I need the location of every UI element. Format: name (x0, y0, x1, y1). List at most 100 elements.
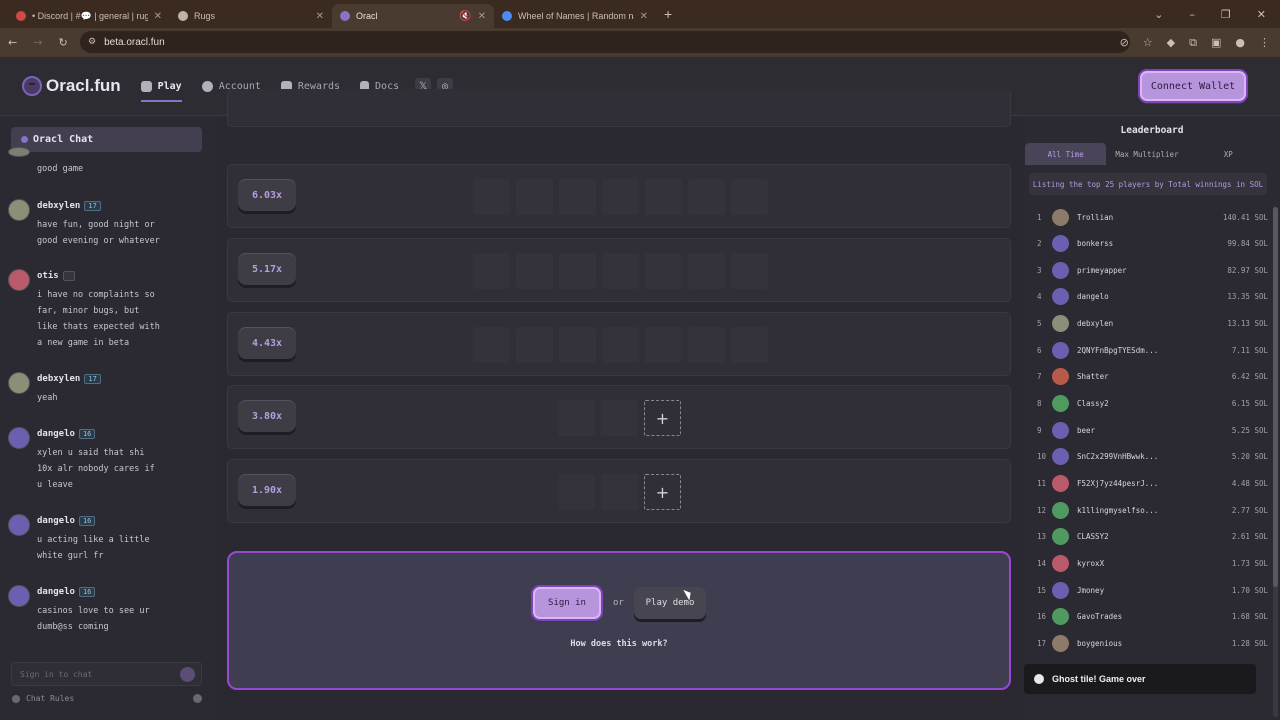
close-tab-icon[interactable]: ✕ (640, 11, 648, 22)
tab-discord[interactable]: • Discord | #💬 | general | rugs. ✕ (8, 4, 170, 28)
leaderboard-row[interactable]: 7 Shatter 6.42 SOL (1032, 364, 1268, 390)
leaderboard-row[interactable]: 6 2QNYFnBpgTYESdm... 7.11 SOL (1032, 337, 1268, 363)
rank: 11 (1037, 479, 1047, 488)
mute-tab-icon[interactable]: 🔇 (459, 11, 471, 22)
nav-play[interactable]: Play (140, 66, 182, 106)
leaderboard-row[interactable]: 13 CLASSY2 2.61 SOL (1032, 524, 1268, 550)
leaderboard-row[interactable]: 2 bonkerss 99.84 SOL (1032, 231, 1268, 257)
how-it-works-link[interactable]: How does this work? (229, 639, 1009, 649)
leaderboard-title: Leaderboard (1120, 125, 1184, 136)
scrollbar-thumb[interactable] (1273, 207, 1278, 587)
tile[interactable] (602, 179, 639, 215)
tab-xp[interactable]: XP (1188, 143, 1269, 165)
tile[interactable] (559, 179, 596, 215)
add-tile-button[interactable]: + (644, 400, 681, 436)
sidebar-icon[interactable]: ▣ (1211, 36, 1221, 49)
profile-icon[interactable]: ● (1235, 36, 1245, 49)
forward-icon[interactable]: → (33, 36, 42, 49)
tile[interactable] (731, 327, 768, 363)
close-tab-icon[interactable]: ✕ (316, 11, 324, 22)
bookmark-star-icon[interactable]: ☆ (1143, 36, 1153, 49)
tile[interactable] (516, 327, 553, 363)
wheel-icon (502, 11, 512, 21)
tile[interactable] (559, 253, 596, 289)
leaderboard-row[interactable]: 12 k1llingmyselfso... 2.77 SOL (1032, 497, 1268, 523)
winnings: 2.77 SOL (1231, 505, 1268, 515)
player-name: dangelo (1077, 292, 1109, 302)
avatar (1052, 475, 1069, 492)
rank: 12 (1037, 505, 1047, 515)
restore-icon[interactable]: ❐ (1221, 8, 1231, 21)
tile[interactable] (731, 179, 768, 215)
tile[interactable] (602, 253, 639, 289)
play-demo-button[interactable]: Play demo (634, 587, 706, 619)
menu-icon[interactable]: ⋮ (1259, 36, 1270, 49)
tab-wheel-of-names[interactable]: Wheel of Names | Random nam ✕ (494, 4, 656, 28)
site-info-icon[interactable]: ⚙ (88, 37, 96, 47)
connect-wallet-button[interactable]: Connect Wallet (1140, 71, 1246, 101)
tile[interactable] (473, 253, 510, 289)
minimize-icon[interactable]: – (1189, 8, 1195, 21)
leaderboard-row[interactable]: 9 beer 5.25 SOL (1032, 417, 1268, 443)
leaderboard-row[interactable]: 14 kyroxX 1.73 SOL (1032, 550, 1268, 576)
leaderboard-row[interactable]: 16 GavoTrades 1.68 SOL (1032, 604, 1268, 630)
tab-max-multiplier[interactable]: Max Multiplier (1106, 143, 1187, 165)
tile[interactable] (645, 179, 682, 215)
tile[interactable] (558, 400, 595, 436)
tile[interactable] (558, 474, 595, 510)
tab-oracl[interactable]: Oracl 🔇 ✕ (332, 4, 494, 28)
puzzle-icon[interactable]: ⧉ (1189, 36, 1197, 50)
new-tab-icon[interactable]: + (664, 6, 672, 22)
tile[interactable] (473, 327, 510, 363)
multiplier-badge: 6.03x (238, 179, 296, 211)
tile[interactable] (688, 179, 725, 215)
leaderboard-row[interactable]: 10 SnC2x299VnHBwwk... 5.20 SOL (1032, 444, 1268, 470)
winnings: 1.70 SOL (1231, 585, 1268, 595)
multiplier-row (227, 89, 1011, 127)
emoji-icon[interactable] (193, 694, 202, 703)
back-icon[interactable]: ← (8, 36, 17, 49)
close-tab-icon[interactable]: ✕ (154, 11, 162, 22)
game-board: 6.03x 5.17x 4.43x 3.80x + 1.90x + Sign i… (214, 89, 1024, 720)
sign-in-button[interactable]: Sign in (533, 587, 601, 619)
tile[interactable] (602, 327, 639, 363)
leaderboard-row[interactable]: 8 Classy2 6.15 SOL (1032, 391, 1268, 417)
multiplier-row: 6.03x (227, 164, 1011, 228)
tab-all-time[interactable]: All Time (1025, 143, 1107, 165)
tile[interactable] (688, 327, 725, 363)
eye-off-icon[interactable]: ⊘ (1120, 36, 1129, 49)
leaderboard-row[interactable]: 3 primeyapper 82.97 SOL (1032, 257, 1268, 283)
tile[interactable] (516, 179, 553, 215)
tile[interactable] (473, 179, 510, 215)
close-window-icon[interactable]: ✕ (1257, 8, 1266, 21)
ghost-send-icon[interactable] (180, 667, 195, 682)
leaderboard-row[interactable]: 5 debxylen 13.13 SOL (1032, 311, 1268, 337)
tile[interactable] (516, 253, 553, 289)
tile[interactable] (645, 327, 682, 363)
leaderboard-row[interactable]: 15 Jmoney 1.70 SOL (1032, 577, 1268, 603)
tab-search-icon[interactable]: ⌄ (1154, 8, 1163, 21)
tile[interactable] (645, 253, 682, 289)
logo[interactable]: Oracl.fun (22, 76, 121, 96)
tile[interactable] (559, 327, 596, 363)
chat-message: debxylen 17 have fun, good night or good … (8, 199, 204, 255)
tab-rugs[interactable]: Rugs ✕ (170, 4, 332, 28)
extension-icon[interactable]: ◆ (1167, 36, 1175, 49)
avatar (1052, 395, 1069, 413)
tile[interactable] (601, 474, 638, 510)
leaderboard-row[interactable]: 1 Trollian 140.41 SOL (1032, 204, 1268, 230)
leaderboard-row[interactable]: 11 F52Xj7yz44pesrJ... 4.48 SOL (1032, 471, 1268, 497)
close-tab-icon[interactable]: ✕ (478, 11, 486, 22)
chat-input[interactable]: Sign in to chat (11, 662, 202, 686)
add-tile-button[interactable]: + (644, 474, 681, 510)
tile[interactable] (688, 253, 725, 289)
leaderboard-row[interactable]: 4 dangelo 13.35 SOL (1032, 284, 1268, 310)
url-field[interactable]: ⚙ beta.oracl.fun (80, 31, 1130, 53)
message-author: dangelo 16 (37, 587, 96, 597)
chat-rules-link[interactable]: Chat Rules (12, 694, 202, 703)
reload-icon[interactable]: ↻ (58, 36, 67, 49)
tile[interactable] (731, 253, 768, 289)
leaderboard-row[interactable]: 17 boygenious 1.28 SOL (1032, 630, 1268, 656)
tile[interactable] (601, 400, 638, 436)
winnings: 2.61 SOL (1231, 532, 1268, 542)
